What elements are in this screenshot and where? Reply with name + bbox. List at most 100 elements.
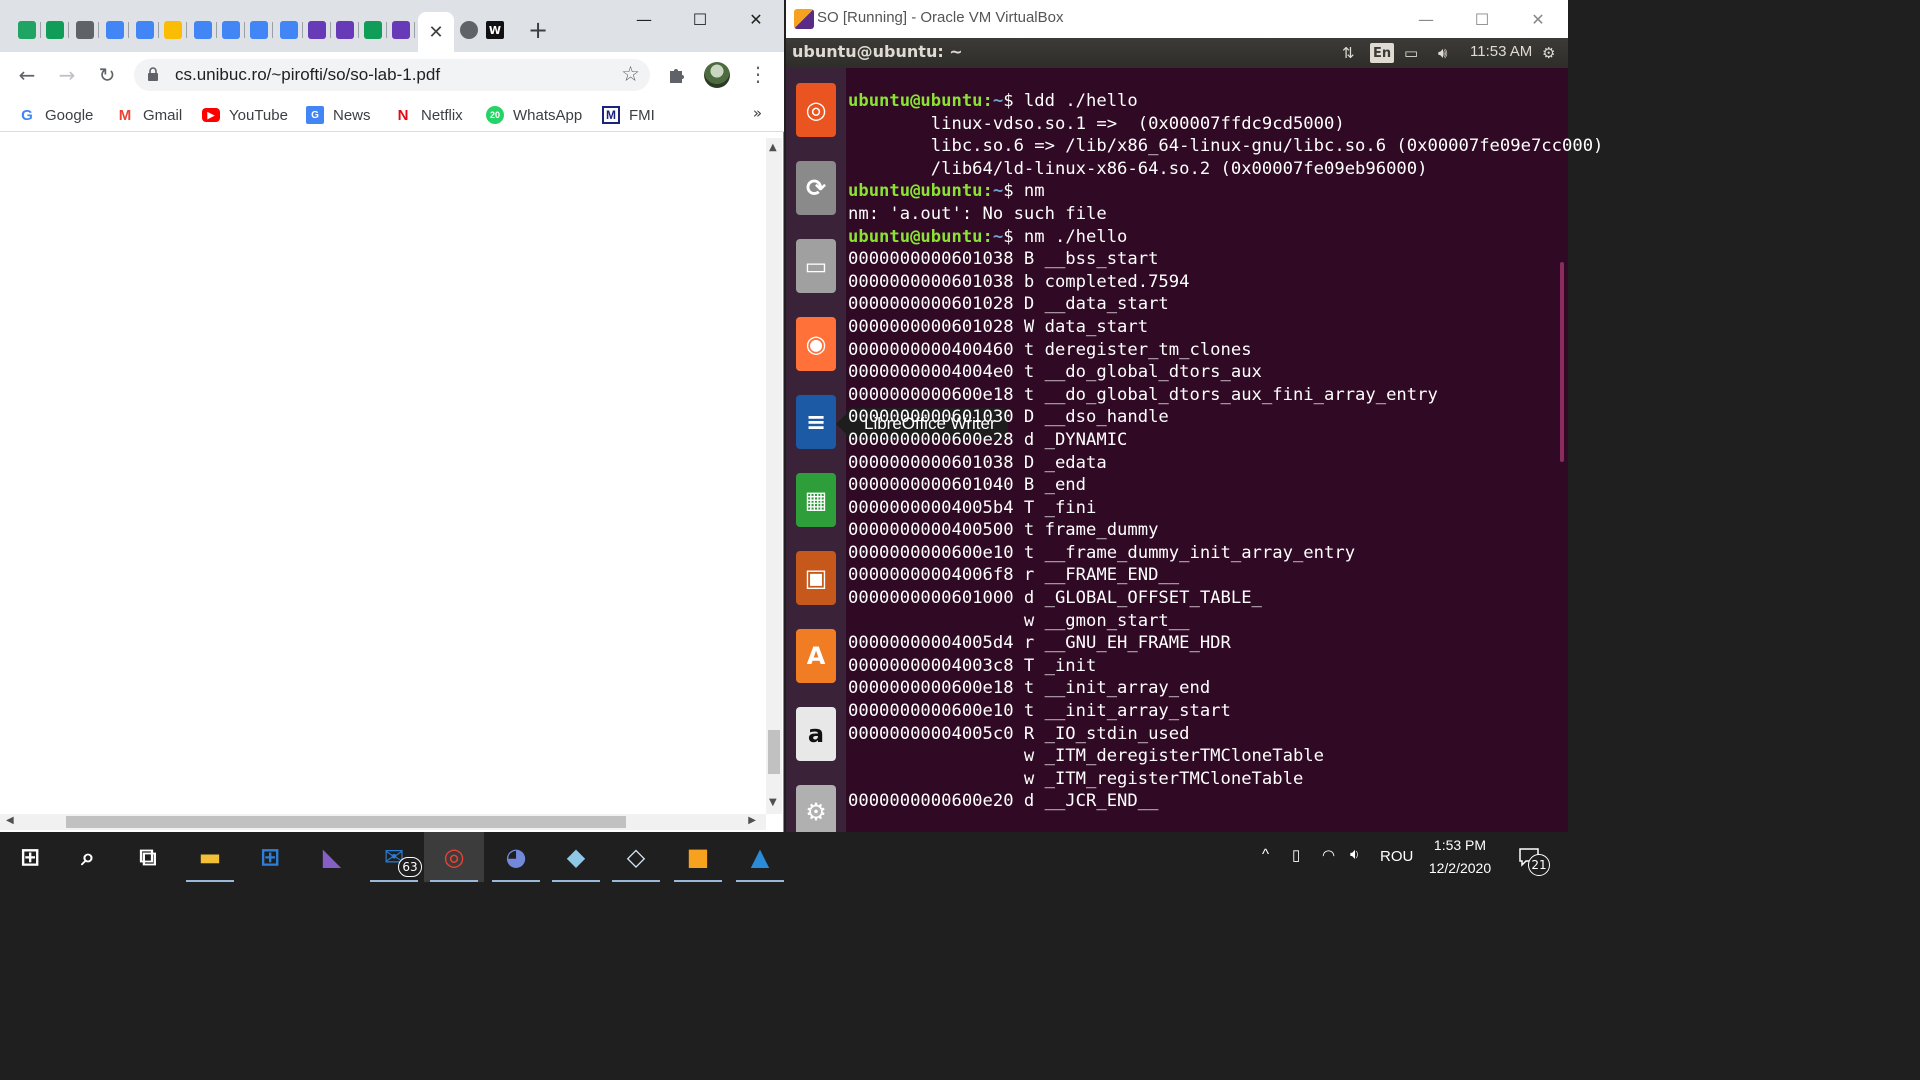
profile-avatar[interactable] [704,62,730,88]
scroll-down-arrow-icon[interactable]: ▼ [769,797,777,808]
taskbar-button[interactable]: ⌕ [58,832,118,882]
browser-tab[interactable] [218,12,245,48]
bookmark-fmi[interactable]: M FMI [602,103,655,127]
pdf-viewer-content[interactable] [0,138,766,814]
bookmarks-overflow-button[interactable]: » [753,104,762,122]
bookmark-netflix[interactable]: N Netflix [394,103,463,127]
url-text[interactable]: cs.unibuc.ro/~pirofti/so/so-lab-1.pdf [175,65,440,85]
active-tab-close-button[interactable]: ✕ [418,12,454,52]
launcher-item[interactable]: ≡ [792,388,840,456]
terminal-output-line: 0000000000600e10 t __frame_dummy_init_ar… [848,542,1356,563]
google-drive-icon [164,21,182,39]
chrome-maximize-button[interactable]: ☐ [672,0,728,38]
taskbar-button[interactable]: ▬ [180,832,240,882]
new-tab-button[interactable]: + [524,16,552,44]
taskbar-button[interactable]: ▲ [730,832,790,882]
browser-tab[interactable] [246,12,273,48]
browser-tab[interactable] [102,12,129,48]
launcher-item[interactable]: ▭ [792,232,840,300]
keyboard-layout-indicator[interactable]: En [1370,43,1395,63]
vbox-minimize-button[interactable]: — [1398,4,1454,34]
browser-tab[interactable] [304,12,331,48]
launcher-item[interactable]: ◎ [792,76,840,144]
browser-tab[interactable] [456,12,482,48]
battery-icon[interactable]: ▭ [1404,41,1418,65]
files-icon: ▭ [796,239,836,293]
bookmark-youtube[interactable]: ▶ YouTube [202,103,288,127]
tablet-mode-icon[interactable]: ▯ [1292,846,1300,864]
reload-button[interactable]: ↻ [92,60,122,90]
system-clock-time[interactable]: 1:53 PM [1432,837,1488,853]
taskbar-button[interactable]: ◇ [606,832,666,882]
browser-tab[interactable] [42,12,69,48]
task-view-icon: ⧉ [139,843,157,871]
speaker-icon[interactable]: 🔉︎ [1350,846,1359,863]
scroll-up-arrow-icon[interactable]: ▲ [769,142,777,153]
terminal-scrollbar[interactable] [1560,262,1564,462]
shell-prompt: ubuntu@ubuntu: [848,91,993,111]
microsoft-store-icon: ⊞ [259,843,281,871]
launcher-item[interactable]: ▦ [792,466,840,534]
vbox-maximize-button[interactable]: ☐ [1454,4,1510,34]
taskbar-button[interactable]: ◣ [302,832,362,882]
network-arrows-icon[interactable]: ⇅ [1342,41,1355,65]
browser-tab[interactable] [276,12,303,48]
horizontal-scroll-thumb[interactable] [66,816,626,828]
chrome-menu-button[interactable]: ⋮ [748,62,768,88]
ubuntu-clock[interactable]: 11:53 AM [1470,43,1532,60]
wifi-icon[interactable]: ◠ [1322,846,1335,864]
ubuntu-top-panel: ubuntu@ubuntu: ~ ⇅ En ▭ 🔊︎ 11:53 AM ⚙ [786,38,1568,68]
taskbar-button[interactable]: ◆ [546,832,606,882]
prompt-path: ~ [992,91,1004,111]
horizontal-scrollbar[interactable]: ◀ ▶ [0,814,766,830]
browser-tab[interactable] [160,12,187,48]
unity-launcher: ◎ ⟳ ▭ ◉ ≡ ▦ ▣ Aa ⚙ [786,68,846,839]
taskbar-button[interactable]: ◎ [424,832,484,882]
scroll-right-arrow-icon[interactable]: ▶ [748,815,756,826]
taskbar-button[interactable]: ◕ [486,832,546,882]
google-docs-icon [280,21,298,39]
extensions-puzzle-icon[interactable] [666,64,688,86]
taskbar-button[interactable]: ⊞ [240,832,300,882]
terminal-output[interactable]: ubuntu@ubuntu:~$ ldd ./hello linux-vdso.… [848,90,1603,830]
browser-tab[interactable] [190,12,217,48]
browser-tab[interactable] [72,12,99,48]
browser-tab[interactable] [14,12,41,48]
address-bar[interactable]: cs.unibuc.ro/~pirofti/so/so-lab-1.pdf ☆ [134,59,650,91]
launcher-item[interactable]: ◉ [792,310,840,378]
taskbar-button[interactable]: ⧉ [118,832,178,882]
tab-separator [386,22,387,38]
settings-gear-icon[interactable]: ⚙ [1542,41,1555,65]
show-hidden-icons-chevron-icon[interactable]: ^ [1262,846,1269,863]
browser-tab[interactable]: W [482,12,508,48]
system-clock-date[interactable]: 12/2/2020 [1424,860,1496,876]
launcher-item[interactable]: A [792,622,840,690]
browser-tab[interactable] [332,12,359,48]
bookmark-google[interactable]: G Google [18,103,93,127]
launcher-item[interactable]: ⟳ [792,154,840,222]
volume-icon[interactable]: 🔊︎ [1438,41,1447,65]
vertical-scrollbar[interactable]: ▲ ▼ [766,138,782,814]
input-language-indicator[interactable]: ROU [1380,848,1413,865]
bookmark-star-icon[interactable]: ☆ [621,62,640,86]
action-center-button[interactable]: 21 [1512,838,1552,878]
chrome-close-button[interactable]: ✕ [728,0,784,38]
browser-tab[interactable] [360,12,387,48]
back-button[interactable]: ← [12,60,42,90]
link-icon [76,21,94,39]
taskbar-button[interactable]: ■ [668,832,728,882]
launcher-item[interactable]: a [792,700,840,768]
bookmark-whatsapp[interactable]: 20 WhatsApp [486,103,582,127]
taskbar-button[interactable]: ⊞ [0,832,60,882]
bookmark-news[interactable]: G News [306,103,371,127]
bookmark-gmail[interactable]: M Gmail [116,103,182,127]
vertical-scroll-thumb[interactable] [768,730,780,774]
scroll-left-arrow-icon[interactable]: ◀ [6,815,14,826]
chrome-minimize-button[interactable]: — [616,0,672,38]
vbox-close-button[interactable]: ✕ [1510,4,1566,34]
browser-tab[interactable] [132,12,159,48]
forward-button[interactable]: → [52,60,82,90]
terminal-output-line: 0000000000400460 t deregister_tm_clones [848,339,1252,360]
browser-tab[interactable] [388,12,415,48]
launcher-item[interactable]: ▣ [792,544,840,612]
